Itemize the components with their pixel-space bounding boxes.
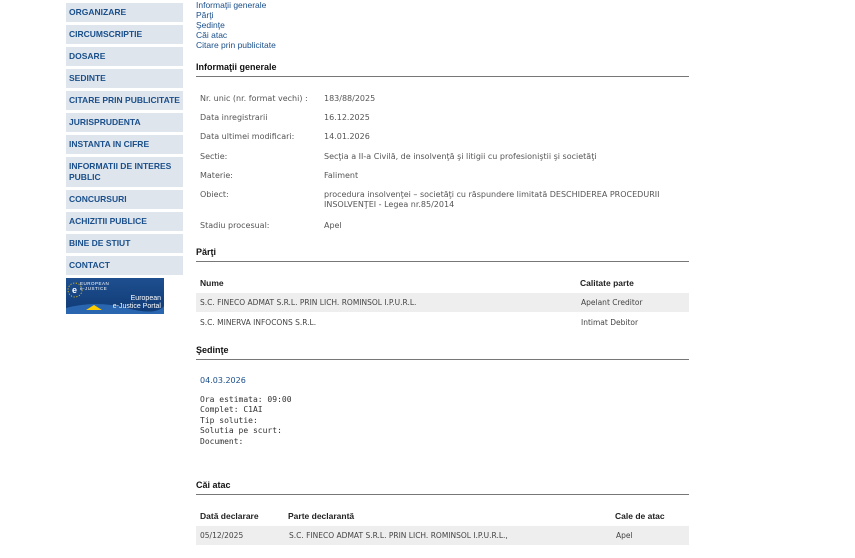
link-citare-prin-publicitate[interactable]: Citare prin publicitate [196, 40, 276, 50]
info-label: Sectie: [200, 152, 228, 161]
link-informatii-generale[interactable]: Informaţii generale [196, 0, 276, 10]
table-row: 05/12/2025 S.C. FINECO ADMAT S.R.L. PRIN… [196, 526, 689, 545]
party-role: Apelant Creditor [581, 298, 643, 307]
party-role: Intimat Debitor [581, 318, 639, 327]
session-document: Document: [200, 437, 244, 446]
header-calitate-parte: Calitate parte [580, 278, 634, 288]
nav-jurisprudenta[interactable]: JURISPRUDENTA [66, 113, 183, 132]
info-label: Stadiu procesual: [200, 221, 270, 230]
party-name: S.C. MINERVA INFOCONS S.R.L. [200, 318, 317, 327]
info-value: 14.01.2026 [324, 132, 370, 141]
nav-contact[interactable]: CONTACT [66, 256, 183, 275]
table-row: S.C. FINECO ADMAT S.R.L. PRIN LICH. ROMI… [196, 293, 689, 312]
nav-informatii-de-interes-public[interactable]: INFORMATII DE INTERES PUBLIC [66, 157, 183, 187]
banner-text: European e-Justice Portal [113, 295, 161, 311]
info-value: procedura insolvenţei – societăţi cu răs… [324, 190, 660, 209]
session-tip-solutie: Tip solutie: [200, 416, 258, 425]
section-title-sedinte: Şedinţe [196, 345, 689, 360]
nav-sedinte[interactable]: SEDINTE [66, 69, 183, 88]
nav-circumscriptie[interactable]: CIRCUMSCRIPTIE [66, 25, 183, 44]
anchor-links: Informaţii generale Părţi Şedinţe Căi at… [196, 0, 276, 50]
session-ora-estimata: Ora estimata: 09:00 [200, 395, 292, 404]
section-title-informatii-generale: Informaţii generale [196, 62, 689, 77]
link-cai-atac[interactable]: Căi atac [196, 30, 276, 40]
nav-instanta-in-cifre[interactable]: INSTANTA IN CIFRE [66, 135, 183, 154]
table-row: S.C. MINERVA INFOCONS S.R.L. Intimat Deb… [196, 313, 689, 332]
info-label: Data ultimei modificari: [200, 132, 295, 141]
info-value: 16.12.2025 [324, 113, 370, 122]
info-label: Materie: [200, 171, 233, 180]
party-name: S.C. FINECO ADMAT S.R.L. PRIN LICH. ROMI… [200, 298, 417, 307]
info-label: Data inregistrarii [200, 113, 268, 122]
banner-line1: European [130, 295, 161, 302]
section-title-cai-atac: Căi atac [196, 480, 689, 495]
appeal-party: S.C. FINECO ADMAT S.R.L. PRIN LICH. ROMI… [289, 531, 508, 540]
info-value: Apel [324, 221, 342, 230]
european-ejustice-banner[interactable]: e EUROPEAN e-JUSTICE European e-Justice … [66, 278, 164, 314]
nav-citare-prin-publicitate[interactable]: CITARE PRIN PUBLICITATE [66, 91, 183, 110]
sidebar-nav: ORGANIZARE CIRCUMSCRIPTIE DOSARE SEDINTE… [66, 3, 183, 314]
session-solutia-pe-scurt: Solutia pe scurt: [200, 426, 282, 435]
link-sedinte[interactable]: Şedinţe [196, 20, 276, 30]
nav-achizitii-publice[interactable]: ACHIZITII PUBLICE [66, 212, 183, 231]
info-value: Secţia a II-a Civilă, de insolvenţă şi l… [324, 152, 597, 161]
info-value: 183/88/2025 [324, 94, 376, 103]
link-parti[interactable]: Părţi [196, 10, 276, 20]
header-cale-de-atac: Cale de atac [615, 511, 665, 521]
header-nume: Nume [200, 278, 224, 288]
banner-line2: e-Justice Portal [112, 303, 161, 310]
appeal-date: 05/12/2025 [200, 531, 244, 540]
banner-small-text: EUROPEAN e-JUSTICE [80, 281, 109, 291]
header-data-declarare: Dată declarare [200, 511, 259, 521]
session-complet: Complet: C1AI [200, 405, 263, 414]
nav-dosare[interactable]: DOSARE [66, 47, 183, 66]
svg-text:e: e [72, 285, 77, 295]
nav-bine-de-stiut[interactable]: BINE DE STIUT [66, 234, 183, 253]
nav-concursuri[interactable]: CONCURSURI [66, 190, 183, 209]
info-label: Nr. unic (nr. format vechi) : [200, 94, 308, 103]
info-value: Faliment [324, 171, 359, 180]
banner-small-line2: e-JUSTICE [80, 286, 108, 291]
session-date: 04.03.2026 [200, 376, 246, 385]
header-parte-declaranta: Parte declarantă [288, 511, 355, 521]
appeal-type: Apel [616, 531, 633, 540]
info-label: Obiect: [200, 190, 229, 199]
nav-organizare[interactable]: ORGANIZARE [66, 3, 183, 22]
section-title-parti: Părţi [196, 247, 689, 262]
